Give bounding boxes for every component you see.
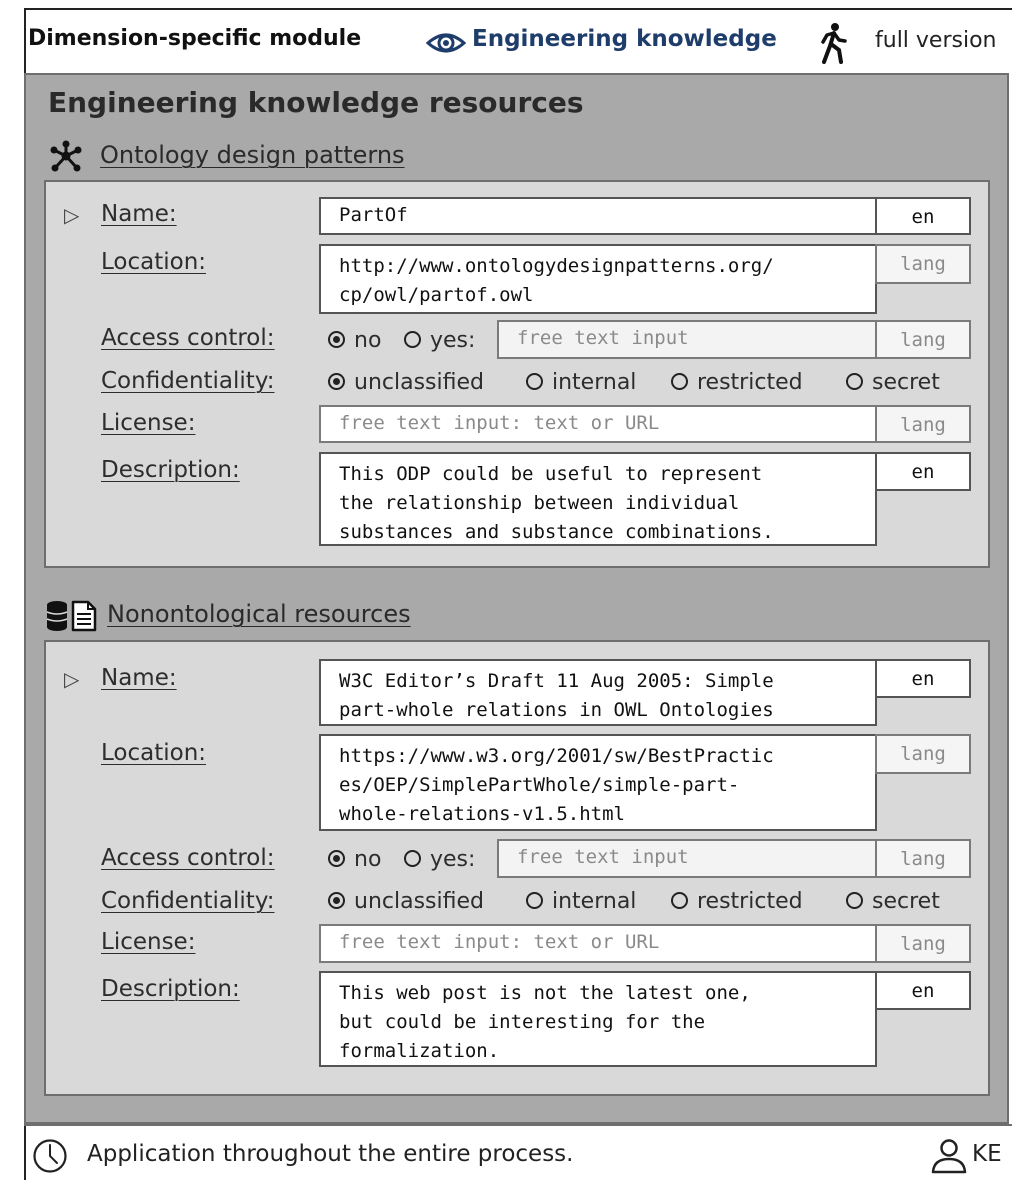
frame-top-border <box>24 8 1012 10</box>
location-label: Location: <box>101 249 207 275</box>
description-input[interactable]: This web post is not the latest one, but… <box>319 971 877 1067</box>
license-input[interactable]: free text input: text or URL <box>319 924 877 963</box>
database-document-icon <box>46 600 97 632</box>
name-label: Name: <box>101 201 177 227</box>
version-label: full version <box>875 28 997 53</box>
access-control-label: Access control: <box>101 325 275 351</box>
access-control-label: Access control: <box>101 845 275 871</box>
conf-restricted-radio[interactable]: restricted <box>671 889 803 914</box>
license-label: License: <box>101 929 196 955</box>
location-label: Location: <box>101 740 207 766</box>
license-input[interactable]: free text input: text or URL <box>319 405 877 443</box>
license-lang-select[interactable]: lang <box>875 405 971 443</box>
clock-icon <box>33 1139 67 1173</box>
eye-icon <box>426 33 466 53</box>
section-heading-nonontological[interactable]: Nonontological resources <box>107 600 411 628</box>
conf-unclassified-radio[interactable]: unclassified <box>328 370 484 395</box>
expand-triangle-icon[interactable]: ▷ <box>64 667 79 691</box>
license-lang-select[interactable]: lang <box>875 924 971 963</box>
description-lang-select[interactable]: en <box>875 452 971 491</box>
description-label: Description: <box>101 457 240 483</box>
description-input[interactable]: This ODP could be useful to represent th… <box>319 452 877 546</box>
conf-secret-radio[interactable]: secret <box>846 370 940 395</box>
application-timing-text: Application throughout the entire proces… <box>87 1141 574 1167</box>
description-label: Description: <box>101 976 240 1002</box>
location-lang-select[interactable]: lang <box>875 734 971 774</box>
module-title: Dimension-specific module <box>28 26 362 51</box>
access-no-radio[interactable]: no <box>328 328 381 353</box>
access-yes-radio[interactable]: yes: <box>404 328 475 353</box>
confidentiality-label: Confidentiality: <box>101 888 275 914</box>
conf-restricted-radio[interactable]: restricted <box>671 370 803 395</box>
location-lang-select[interactable]: lang <box>875 244 971 284</box>
perspective-label: Engineering knowledge <box>472 26 777 52</box>
panel-title: Engineering knowledge resources <box>48 86 584 119</box>
access-control-input[interactable]: free text input <box>497 839 877 878</box>
conf-secret-radio[interactable]: secret <box>846 889 940 914</box>
conf-internal-radio[interactable]: internal <box>526 370 636 395</box>
access-lang-select[interactable]: lang <box>875 320 971 359</box>
conf-unclassified-radio[interactable]: unclassified <box>328 889 484 914</box>
network-node-icon <box>50 140 82 172</box>
footer-divider <box>24 1124 1012 1126</box>
expand-triangle-icon[interactable]: ▷ <box>64 203 79 227</box>
user-icon <box>931 1139 967 1174</box>
access-lang-select[interactable]: lang <box>875 839 971 878</box>
location-input[interactable]: http://www.ontologydesignpatterns.org/ c… <box>319 244 877 314</box>
name-label: Name: <box>101 665 177 691</box>
conf-internal-radio[interactable]: internal <box>526 889 636 914</box>
role-label: KE <box>972 1141 1002 1167</box>
walking-person-icon <box>821 23 847 64</box>
access-no-radio[interactable]: no <box>328 847 381 872</box>
name-input[interactable]: PartOf <box>319 197 877 235</box>
access-control-input[interactable]: free text input <box>497 320 877 359</box>
name-lang-select[interactable]: en <box>875 197 971 235</box>
name-input[interactable]: W3C Editor’s Draft 11 Aug 2005: Simple p… <box>319 659 877 726</box>
license-label: License: <box>101 410 196 436</box>
description-lang-select[interactable]: en <box>875 971 971 1010</box>
location-input[interactable]: https://www.w3.org/2001/sw/BestPractic e… <box>319 734 877 831</box>
confidentiality-label: Confidentiality: <box>101 368 275 394</box>
name-lang-select[interactable]: en <box>875 659 971 698</box>
access-yes-radio[interactable]: yes: <box>404 847 475 872</box>
section-heading-odp[interactable]: Ontology design patterns <box>100 141 405 169</box>
